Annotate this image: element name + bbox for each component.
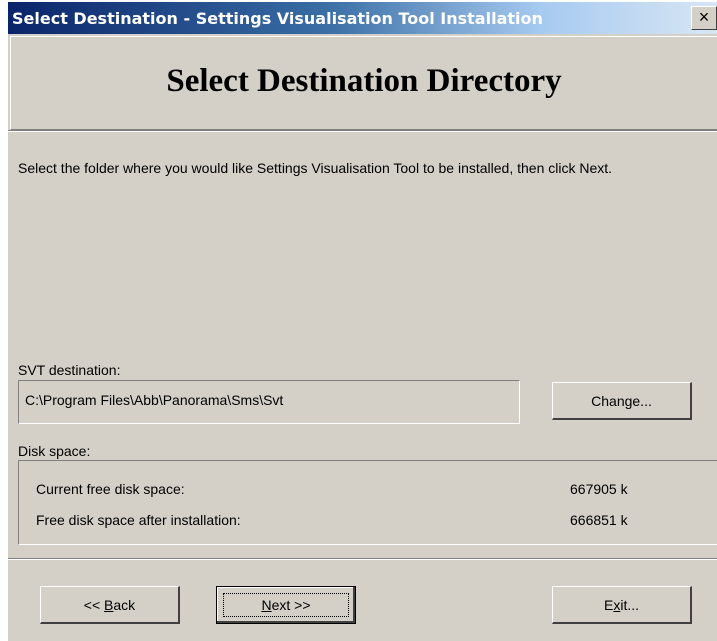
disk-row-free-after: Free disk space after installation: 6668… (19, 512, 717, 532)
header-panel: Select Destination Directory (10, 36, 717, 130)
title-bar[interactable]: Select Destination - Settings Visualisat… (8, 2, 717, 34)
footer-divider (8, 558, 717, 560)
back-rest: ack (113, 596, 136, 613)
exit-prefix: E (603, 596, 614, 613)
close-button[interactable]: × (691, 6, 717, 30)
change-button[interactable]: Change... (552, 382, 692, 420)
instruction-text: Select the folder where you would like S… (18, 160, 613, 176)
destination-path: C:\Program Files\Abb\Panorama\Sms\Svt (25, 392, 284, 408)
next-button[interactable]: Next >> (216, 586, 356, 624)
disk-space-panel: Current free disk space: 667905 k Free d… (18, 460, 717, 545)
close-icon: × (698, 7, 710, 27)
destination-label: SVT destination: (18, 362, 121, 378)
back-button-label: << Back (41, 597, 178, 613)
exit-button-label: Exit... (553, 597, 690, 613)
installer-window: Select Destination - Settings Visualisat… (8, 2, 717, 641)
next-button-label: Next >> (217, 597, 355, 613)
disk-row-current-free: Current free disk space: 667905 k (19, 481, 717, 501)
destination-path-field: C:\Program Files\Abb\Panorama\Sms\Svt (18, 380, 520, 424)
page-title: Select Destination Directory (166, 63, 562, 99)
disk-row-label: Free disk space after installation: (36, 512, 241, 528)
back-mnemonic: B (104, 596, 114, 613)
disk-space-label: Disk space: (18, 443, 91, 459)
disk-row-label: Current free disk space: (36, 481, 185, 497)
change-button-label: Change... (591, 392, 652, 409)
disk-row-value: 667905 k (570, 481, 628, 497)
disk-row-value: 666851 k (570, 512, 628, 528)
back-prefix: << (83, 596, 105, 613)
next-rest: ext >> (271, 597, 311, 613)
exit-rest: it... (620, 596, 639, 613)
next-mnemonic: N (261, 597, 272, 613)
header-divider (8, 130, 717, 132)
exit-button[interactable]: Exit... (552, 586, 692, 624)
back-button[interactable]: << Back (40, 586, 180, 624)
window-title: Select Destination - Settings Visualisat… (12, 9, 543, 28)
